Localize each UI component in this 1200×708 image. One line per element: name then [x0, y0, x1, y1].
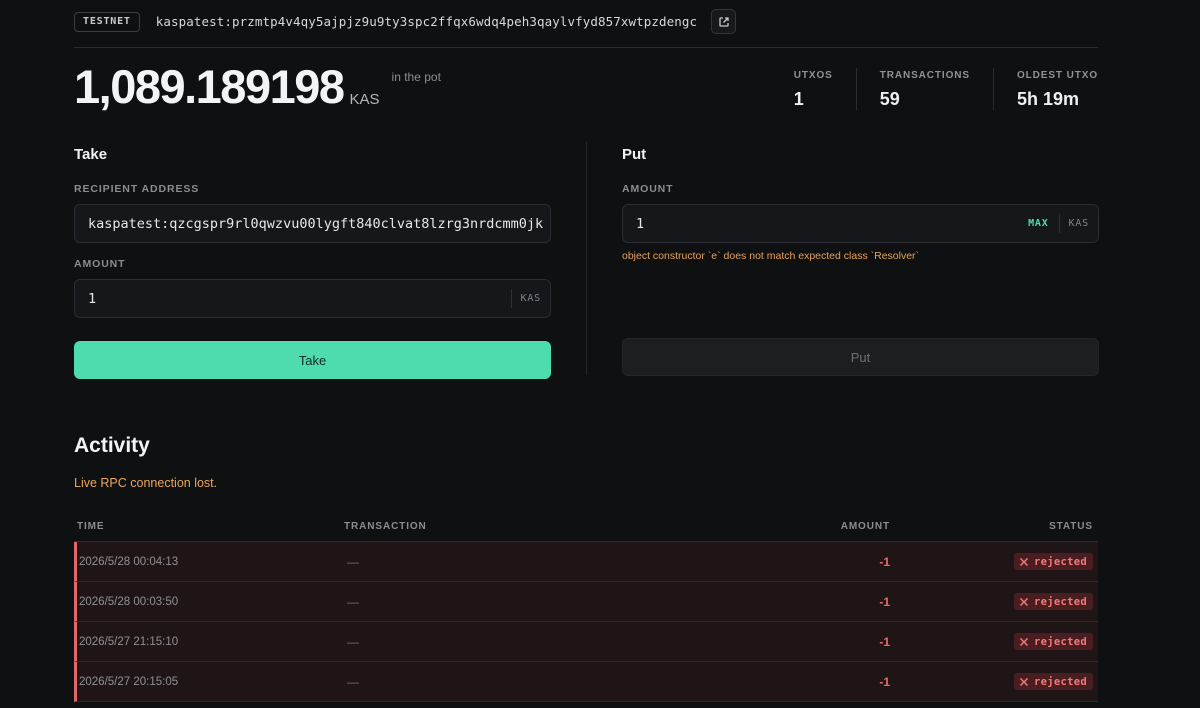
row-time: 2026/5/28 00:03:50 — [79, 595, 179, 608]
activity-title: Activity — [74, 434, 150, 457]
stat-oldest-utxo: OLDEST UTXO 5h 19m — [992, 68, 1098, 110]
recipient-address-input[interactable]: kaspatest:qzcgspr9rl0qwzvu00lygft840clva… — [74, 204, 551, 243]
header-divider — [74, 47, 1098, 48]
network-badge: TESTNET — [74, 11, 140, 32]
row-amount: -1 — [879, 554, 890, 569]
take-unit-label: KAS — [510, 289, 550, 308]
status-text: rejected — [1034, 635, 1087, 648]
take-button[interactable]: Take — [74, 341, 551, 379]
open-explorer-button[interactable] — [711, 9, 737, 34]
status-badge: rejected — [1014, 593, 1093, 610]
take-amount-value: 1 — [88, 290, 97, 307]
row-transaction: — — [347, 674, 359, 689]
col-transaction: TRANSACTION — [344, 521, 427, 532]
stats: UTXOS 1 TRANSACTIONS 59 OLDEST UTXO 5h 1… — [794, 68, 1098, 110]
stat-label: TRANSACTIONS — [879, 70, 970, 81]
stat-utxos: UTXOS 1 — [794, 68, 856, 110]
col-time: TIME — [77, 521, 105, 532]
row-transaction: — — [347, 634, 359, 649]
put-button[interactable]: Put — [622, 338, 1099, 376]
activity-table: TIME TRANSACTION AMOUNT STATUS 2026/5/28… — [74, 512, 1098, 702]
take-amount-label: AMOUNT — [74, 258, 126, 270]
stat-value: 5h 19m — [1016, 89, 1080, 109]
put-title: Put — [622, 146, 647, 163]
x-icon — [1019, 597, 1029, 606]
header: TESTNET kaspatest:przmtp4v4qy5ajpjz9u9ty… — [74, 9, 1098, 34]
x-icon — [1019, 677, 1029, 686]
row-time: 2026/5/27 21:15:10 — [79, 635, 179, 648]
stat-value: 1 — [793, 89, 804, 109]
status-text: rejected — [1034, 675, 1087, 688]
take-title: Take — [74, 146, 108, 163]
table-header: TIME TRANSACTION AMOUNT STATUS — [74, 512, 1098, 542]
x-icon — [1019, 557, 1029, 566]
status-badge: rejected — [1014, 633, 1093, 650]
row-transaction: — — [347, 554, 359, 569]
put-amount-input[interactable]: 1 MAX KAS — [622, 204, 1099, 243]
row-amount: -1 — [879, 594, 890, 609]
status-badge: rejected — [1014, 553, 1093, 570]
column-divider — [586, 142, 587, 375]
table-row[interactable]: 2026/5/27 20:15:05 — -1 rejected — [74, 662, 1098, 702]
x-icon — [1019, 637, 1029, 646]
status-text: rejected — [1034, 555, 1087, 568]
rpc-warning: Live RPC connection lost. — [74, 476, 218, 490]
table-row[interactable]: 2026/5/28 00:04:13 — -1 rejected — [74, 542, 1098, 582]
row-transaction: — — [347, 594, 359, 609]
status-text: rejected — [1034, 595, 1087, 608]
recipient-address-value: kaspatest:qzcgspr9rl0qwzvu00lygft840clva… — [88, 215, 544, 232]
put-error-message: object constructor `e` does not match ex… — [622, 250, 920, 262]
put-panel: Put AMOUNT 1 MAX KAS object constructor … — [622, 142, 1099, 376]
col-amount: AMOUNT — [840, 521, 890, 532]
balance-amount: 1,089.189198 — [74, 60, 345, 113]
stat-label: OLDEST UTXO — [1016, 70, 1098, 81]
max-button[interactable]: MAX — [1019, 214, 1058, 233]
external-link-icon — [719, 16, 729, 27]
balance-unit: KAS — [349, 91, 380, 108]
balance: 1,089.189198 KAS in the pot — [74, 62, 441, 112]
stat-value: 59 — [879, 89, 900, 109]
row-time: 2026/5/27 20:15:05 — [79, 675, 179, 688]
col-status: STATUS — [1049, 521, 1093, 532]
row-amount: -1 — [879, 674, 890, 689]
take-amount-input[interactable]: 1 KAS — [74, 279, 551, 318]
row-time: 2026/5/28 00:04:13 — [79, 555, 179, 568]
recipient-label: RECIPIENT ADDRESS — [74, 183, 200, 195]
take-panel: Take RECIPIENT ADDRESS kaspatest:qzcgspr… — [74, 142, 551, 379]
table-row[interactable]: 2026/5/28 00:03:50 — -1 rejected — [74, 582, 1098, 622]
status-badge: rejected — [1014, 673, 1093, 690]
row-amount: -1 — [879, 634, 890, 649]
put-amount-value: 1 — [636, 215, 645, 232]
put-unit-label: KAS — [1058, 214, 1098, 233]
table-row[interactable]: 2026/5/27 21:15:10 — -1 rejected — [74, 622, 1098, 662]
pot-address: kaspatest:przmtp4v4qy5ajpjz9u9ty3spc2ffq… — [155, 14, 698, 29]
stat-label: UTXOS — [793, 70, 833, 81]
stat-transactions: TRANSACTIONS 59 — [855, 68, 993, 110]
balance-note: in the pot — [391, 70, 441, 84]
put-amount-label: AMOUNT — [622, 183, 674, 195]
